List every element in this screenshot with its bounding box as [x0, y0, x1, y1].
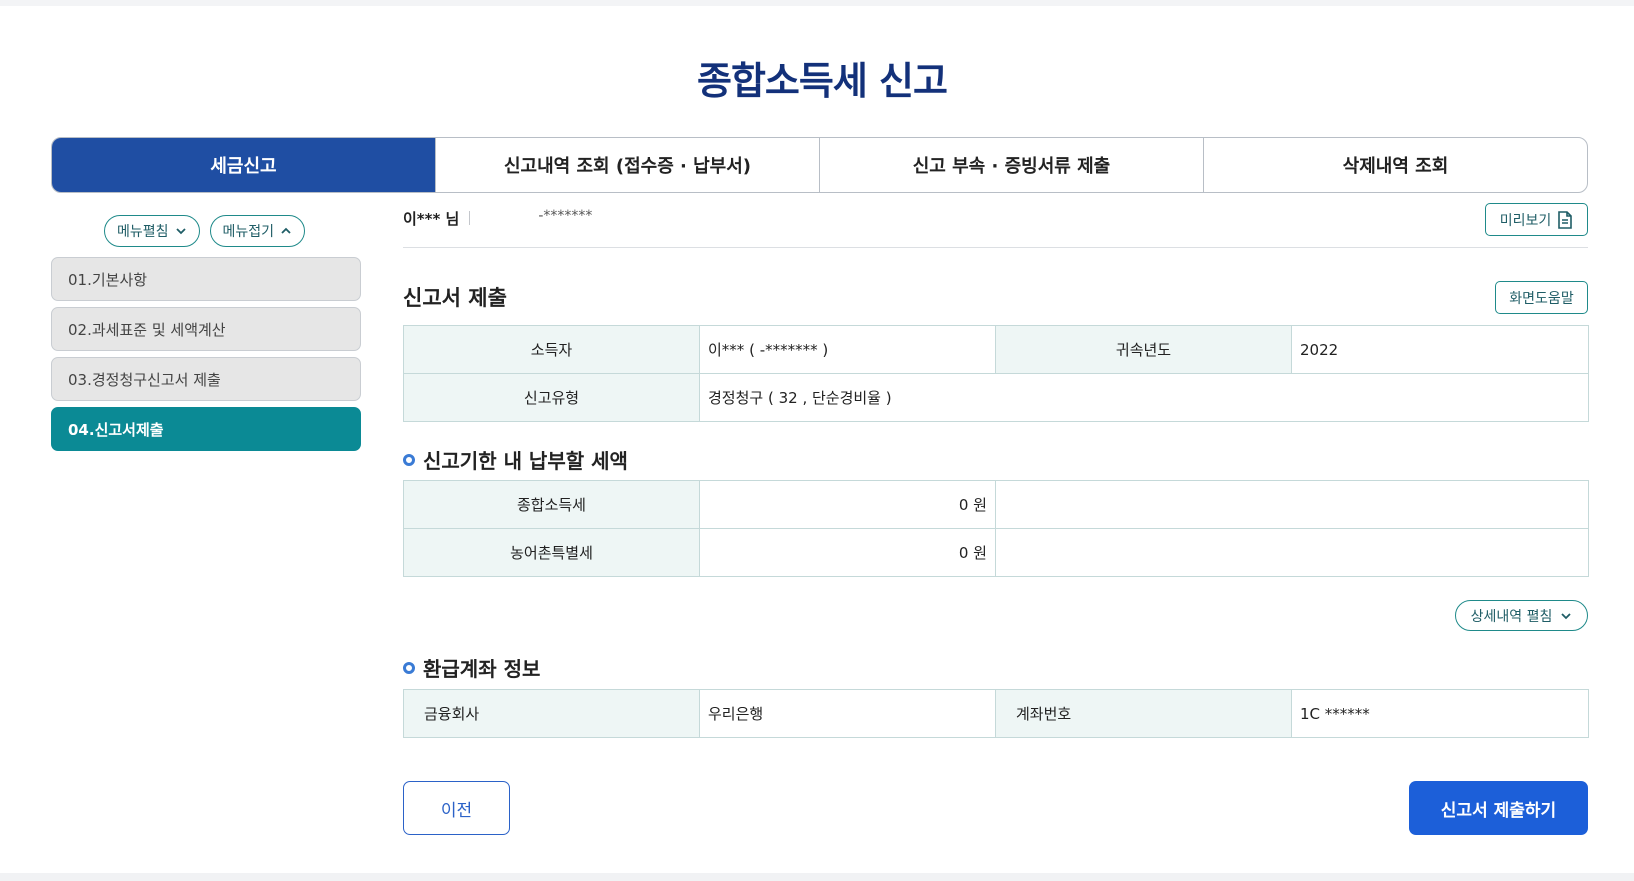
tax-due-table: 종합소득세 0 원 농어촌특별세 0 원 — [403, 480, 1589, 577]
refund-title: 환급계좌 정보 — [423, 657, 541, 681]
table-row: 소득자 이*** ( -******* ) 귀속년도 2022 — [403, 325, 1589, 374]
tab-attachment-submission[interactable]: 신고 부속 · 증빙서류 제출 — [819, 138, 1203, 192]
tab-filing-history[interactable]: 신고내역 조회 (접수증 · 납부서) — [435, 138, 819, 192]
filing-type-label: 신고유형 — [403, 373, 700, 422]
previous-button[interactable]: 이전 — [403, 781, 510, 835]
sidebar-item-tax-calculation[interactable]: 02.과세표준 및 세액계산 — [51, 307, 361, 351]
table-row: 농어촌특별세 0 원 — [403, 528, 1589, 577]
submit-return-button[interactable]: 신고서 제출하기 — [1409, 781, 1588, 835]
sidebar-item-basic-info[interactable]: 01.기본사항 — [51, 257, 361, 301]
chevron-down-icon — [175, 228, 186, 235]
menu-collapse-label: 메뉴접기 — [222, 224, 275, 240]
user-info-bar: 이*** 님 -******* — [403, 208, 1588, 248]
filing-info-table: 소득자 이*** ( -******* ) 귀속년도 2022 신고유형 경정청… — [403, 325, 1589, 422]
table-row: 종합소득세 0 원 — [403, 480, 1589, 529]
preview-label: 미리보기 — [1499, 212, 1552, 229]
account-number-label: 계좌번호 — [995, 689, 1292, 738]
chevron-up-icon — [281, 227, 291, 234]
empty-cell — [995, 528, 1589, 577]
income-earner-value: 이*** ( -******* ) — [699, 325, 996, 374]
bullet-icon — [403, 453, 415, 466]
refund-heading: 환급계좌 정보 — [403, 653, 540, 682]
bottom-strip — [0, 873, 1634, 881]
screen-help-button[interactable]: 화면도움말 — [1495, 281, 1588, 314]
bank-value: 우리은행 — [699, 689, 996, 738]
page-title: 종합소득세 신고 — [697, 59, 948, 103]
income-tax-label: 종합소득세 — [403, 480, 700, 529]
user-name: 이*** 님 — [403, 210, 460, 228]
bank-label: 금융회사 — [403, 689, 700, 738]
main-tabs: 세금신고 신고내역 조회 (접수증 · 납부서) 신고 부속 · 증빙서류 제출… — [51, 137, 1588, 193]
bullet-icon — [403, 661, 415, 674]
document-icon — [1558, 210, 1573, 229]
tab-deleted-history[interactable]: 삭제내역 조회 — [1203, 138, 1587, 192]
user-masked-id: -******* — [538, 208, 593, 224]
account-number-value: 1C ****** — [1291, 689, 1589, 738]
rural-special-tax-value: 0 원 — [699, 528, 996, 577]
menu-expand-label: 메뉴펼침 — [117, 224, 169, 240]
sidebar-menu: 01.기본사항 02.과세표준 및 세액계산 03.경정청구신고서 제출 04.… — [51, 257, 361, 457]
attribution-year-label: 귀속년도 — [995, 325, 1292, 374]
menu-expand-button[interactable]: 메뉴펼침 — [104, 215, 200, 247]
chevron-down-icon — [1561, 612, 1571, 619]
section-title: 신고서 제출 — [403, 286, 507, 310]
user-divider — [469, 211, 471, 225]
sidebar-item-submit-return[interactable]: 04.신고서제출 — [51, 407, 361, 451]
menu-toggles: 메뉴펼침 메뉴접기 — [104, 215, 306, 247]
sidebar-item-correction-claim[interactable]: 03.경정청구신고서 제출 — [51, 357, 361, 401]
detail-expand-label: 상세내역 펼침 — [1470, 608, 1553, 625]
rural-special-tax-label: 농어촌특별세 — [403, 528, 700, 577]
table-row: 금융회사 우리은행 계좌번호 1C ****** — [403, 689, 1589, 738]
top-strip — [0, 0, 1634, 6]
tab-tax-filing[interactable]: 세금신고 — [52, 138, 435, 192]
filing-type-value: 경정청구 ( 32 , 단순경비율 ) — [699, 373, 1589, 422]
table-row: 신고유형 경정청구 ( 32 , 단순경비율 ) — [403, 373, 1589, 422]
attribution-year-value: 2022 — [1291, 325, 1589, 374]
tax-due-title: 신고기한 내 납부할 세액 — [423, 449, 628, 473]
refund-account-table: 금융회사 우리은행 계좌번호 1C ****** — [403, 689, 1589, 738]
empty-cell — [995, 480, 1589, 529]
tax-due-heading: 신고기한 내 납부할 세액 — [403, 445, 628, 474]
menu-collapse-button[interactable]: 메뉴접기 — [209, 215, 306, 247]
income-tax-value: 0 원 — [699, 480, 996, 529]
income-earner-label: 소득자 — [403, 325, 700, 374]
detail-expand-button[interactable]: 상세내역 펼침 — [1455, 600, 1588, 631]
preview-button[interactable]: 미리보기 — [1485, 203, 1588, 236]
